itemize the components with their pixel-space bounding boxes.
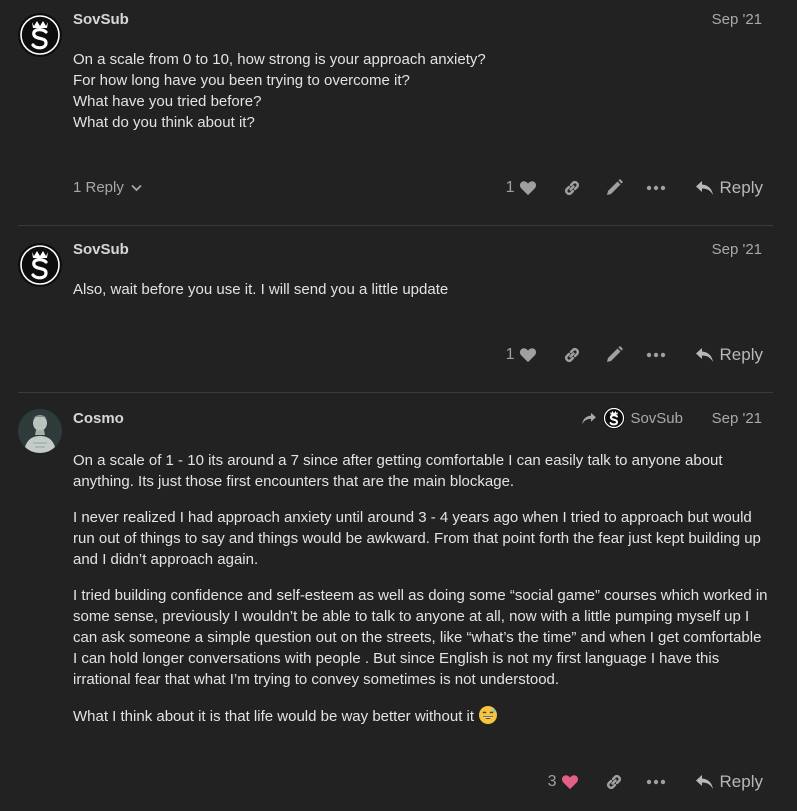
post-line: On a scale from 0 to 10, how strong is y… (73, 51, 486, 68)
post-line: For how long have you been trying to ove… (73, 72, 410, 89)
reply-label: Reply (719, 345, 763, 364)
post-actions: 1 Reply (73, 340, 763, 370)
like-count: 1 (505, 346, 515, 363)
like-button[interactable]: 1 (506, 346, 537, 364)
post-date[interactable]: Sep '21 (712, 410, 762, 427)
reply-arrow-icon (695, 181, 713, 195)
post-divider (18, 392, 773, 393)
reply-arrow-icon (695, 348, 713, 362)
replies-toggle-button[interactable]: 1 Reply (73, 173, 142, 203)
reply-to-indicator[interactable]: SovSub (581, 407, 683, 429)
post-paragraph: I tried building confidence and self-est… (73, 587, 768, 688)
chevron-down-icon (131, 184, 142, 192)
avatar (603, 407, 626, 429)
edit-pencil-icon[interactable] (602, 176, 626, 200)
post-line: Also, wait before you use it. I will sen… (73, 281, 449, 298)
more-options-icon[interactable] (644, 343, 668, 367)
reply-label: Reply (719, 178, 763, 197)
link-icon[interactable] (560, 343, 584, 367)
post-body: On a scale of 1 - 10 its around a 7 sinc… (73, 450, 768, 727)
sweat-smile-emoji-icon (479, 706, 498, 724)
more-options-icon[interactable] (644, 176, 668, 200)
post-date[interactable]: Sep '21 (712, 11, 762, 28)
edit-pencil-icon[interactable] (602, 343, 626, 367)
link-icon[interactable] (602, 770, 626, 794)
heart-icon (561, 775, 578, 790)
post-username[interactable]: SovSub (73, 11, 129, 28)
post-body: Also, wait before you use it. I will sen… (73, 279, 768, 300)
more-options-icon[interactable] (644, 770, 668, 794)
reply-arrow-icon (582, 412, 597, 424)
post-body: On a scale from 0 to 10, how strong is y… (73, 49, 768, 133)
post-line: What do you think about it? (73, 114, 255, 131)
like-button[interactable]: 3 (548, 773, 579, 791)
post-actions: 1 Reply 1 Reply (73, 173, 763, 203)
reply-to-username: SovSub (630, 409, 683, 427)
post-username[interactable]: SovSub (73, 241, 129, 258)
post-date[interactable]: Sep '21 (712, 241, 762, 258)
post-paragraph: I never realized I had approach anxiety … (73, 509, 761, 568)
post-paragraph-last: What I think about it is that life would… (73, 705, 768, 727)
avatar[interactable] (18, 243, 62, 287)
like-count: 3 (547, 773, 557, 790)
replies-count-label: 1 Reply (73, 179, 124, 196)
link-icon[interactable] (560, 176, 584, 200)
like-button[interactable]: 1 (506, 179, 537, 197)
avatar[interactable] (18, 13, 62, 57)
reply-label: Reply (719, 772, 763, 791)
post-divider (18, 225, 773, 226)
reply-button[interactable]: Reply (695, 345, 763, 365)
heart-icon (519, 348, 536, 363)
post-actions: 3 Reply (73, 767, 763, 797)
heart-icon (519, 181, 536, 196)
post-username[interactable]: Cosmo (73, 410, 124, 427)
post-paragraph: On a scale of 1 - 10 its around a 7 sinc… (73, 452, 723, 490)
like-count: 1 (505, 179, 515, 196)
post-paragraph-text: What I think about it is that life would… (73, 708, 475, 725)
avatar[interactable] (18, 409, 62, 453)
post-line: What have you tried before? (73, 93, 262, 110)
reply-arrow-icon (695, 775, 713, 789)
reply-button[interactable]: Reply (695, 178, 763, 198)
reply-button[interactable]: Reply (695, 772, 763, 792)
